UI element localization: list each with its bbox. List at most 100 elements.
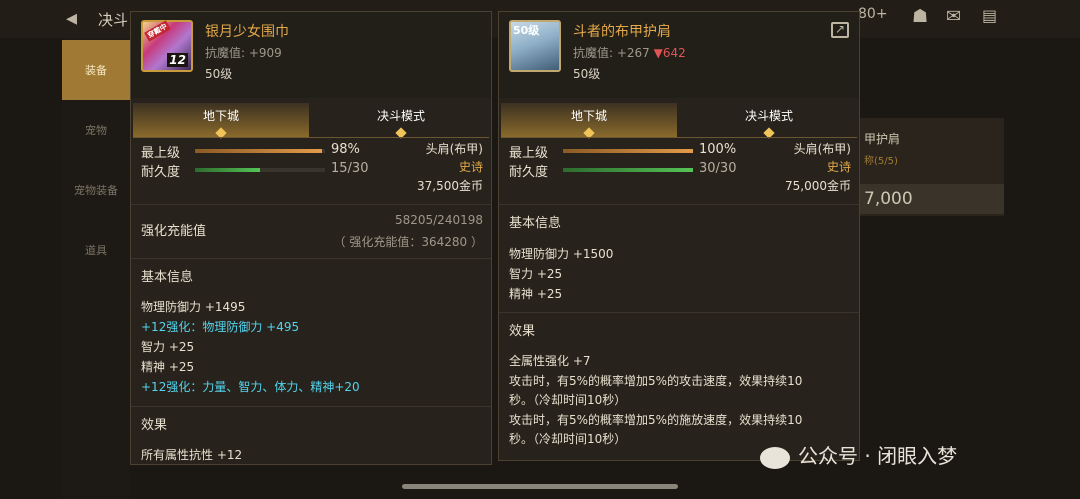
stat-line: 物理防御力 +1495	[141, 300, 246, 314]
background-item-subtitle: 称(5/5)	[864, 156, 898, 167]
enhance-stat-line: +12强化：力量、智力、体力、精神+20	[141, 380, 360, 394]
background-item-card[interactable]: 甲护肩 称(5/5) 7,000	[860, 118, 1004, 216]
basic-info-title: 基本信息	[509, 216, 562, 231]
rarity: 史诗	[459, 158, 483, 175]
equipped-item-tooltip: 穿戴中 12 银月少女围巾 抗魔值: +909 50级 地下城 决斗模式 最上级…	[130, 11, 492, 465]
magic-resist-value: 抗魔值: +267	[573, 46, 650, 60]
magic-resist-diff: ▼642	[653, 46, 686, 60]
divider	[131, 258, 491, 259]
mail-icon[interactable]: ✉	[946, 6, 961, 27]
tab-dungeon-label: 地下城	[202, 109, 239, 123]
enhance-stat-line: +12强化：物理防御力 +495	[141, 320, 300, 334]
effect-line: 秒。（冷却时间10秒）	[509, 393, 627, 407]
durability-label: 耐久度	[141, 165, 181, 180]
durability-bar-fill	[195, 168, 260, 172]
stat-line: 智力 +25	[141, 340, 195, 354]
grade-value: 98%	[331, 142, 360, 157]
grade-label: 最上级	[141, 146, 181, 161]
tab-divider	[133, 137, 489, 138]
sidebar-tab-equipment[interactable]: 装备	[62, 40, 130, 100]
tab-duel-label: 决斗模式	[376, 109, 425, 123]
sidebar-tab-pet[interactable]: 宠物	[62, 100, 130, 160]
effect-line: 秒。（冷却时间10秒）	[509, 432, 627, 446]
scarf-item-icon: 穿戴中 12	[141, 20, 193, 72]
menu-icon[interactable]: ▤	[982, 6, 997, 25]
stat-line: 精神 +25	[141, 360, 195, 374]
item-name: 银月少女围巾	[205, 24, 289, 40]
tab-dungeon[interactable]: 地下城	[501, 103, 677, 139]
effect-line: 所有属性抗性 +12	[141, 448, 243, 462]
slot-type: 头肩(布甲)	[426, 140, 483, 157]
compare-item-tooltip: 50级 斗者的布甲护肩 抗魔值: +267 ▼642 50级 ↗ 地下城 决斗模…	[498, 11, 860, 461]
price-text: 37,500金币	[417, 179, 483, 193]
sidebar-tab-items[interactable]: 道具	[62, 220, 130, 280]
currency-value: 80+	[858, 6, 888, 22]
item-header: 穿戴中 12 银月少女围巾 抗魔值: +909 50级	[131, 12, 491, 98]
divider	[499, 204, 859, 205]
item-level: 50级	[205, 67, 233, 81]
background-item-price: 7,000	[860, 184, 1004, 214]
pauldron-item-icon: 50级	[509, 20, 561, 72]
magic-resist: 抗魔值: +267 ▼642	[573, 44, 686, 61]
slot-type-text: 头肩(布甲)	[425, 142, 483, 156]
stat-line: 精神 +25	[509, 287, 563, 301]
bag-icon[interactable]: ☗	[912, 6, 928, 27]
home-indicator[interactable]	[402, 484, 678, 489]
rarity-text: 史诗	[826, 160, 851, 174]
durability-bar	[195, 168, 325, 172]
charge-sub: （ 强化充能值：364280 ）	[333, 235, 483, 249]
slot-type: 头肩(布甲)	[794, 140, 851, 157]
charge-value: 58205/240198	[394, 213, 483, 227]
screen-title: 决斗	[98, 11, 129, 29]
durability-bar-fill	[563, 168, 693, 172]
tab-duel-label: 决斗模式	[744, 109, 793, 123]
enhance-level-badge: 12	[167, 53, 188, 67]
item-name: 斗者的布甲护肩	[573, 24, 671, 40]
effect-line: 全属性强化 +7	[509, 354, 591, 368]
grade-bar-fill	[195, 149, 323, 153]
back-arrow-icon[interactable]: ◂	[66, 6, 77, 31]
divider	[499, 312, 859, 313]
durability-label: 耐久度	[509, 165, 549, 180]
effect-line: 攻击时，有5%的概率增加5%的施放速度，效果持续10	[509, 413, 803, 427]
charge-label: 强化充能值	[141, 224, 207, 239]
sidebar-tab-pet-equipment[interactable]: 宠物装备	[62, 160, 130, 220]
effect-title: 效果	[141, 418, 168, 433]
tab-divider	[501, 137, 857, 138]
slot-type-text: 头肩(布甲)	[793, 142, 851, 156]
grade-label: 最上级	[509, 146, 549, 161]
effect-line: 攻击时，有5%的概率增加5%的攻击速度，效果持续10	[509, 374, 803, 388]
grade-bar-fill	[563, 149, 693, 153]
effect-title: 效果	[509, 324, 536, 339]
background-item-title: 甲护肩	[864, 132, 901, 146]
watermark: 公众号 · 闭眼入梦	[760, 440, 957, 469]
tab-dungeon[interactable]: 地下城	[133, 103, 309, 139]
grade-bar	[563, 149, 693, 153]
divider	[131, 204, 491, 205]
durability-bar	[563, 168, 693, 172]
tab-duel[interactable]: 决斗模式	[313, 103, 489, 139]
mode-tabs: 地下城 决斗模式	[133, 103, 489, 139]
tab-duel[interactable]: 决斗模式	[681, 103, 857, 139]
stat-line: 智力 +25	[509, 267, 563, 281]
mode-tabs: 地下城 决斗模式	[501, 103, 857, 139]
sidebar: 装备 宠物 宠物装备 道具	[62, 38, 130, 499]
rarity-text: 史诗	[458, 160, 483, 174]
watermark-text: 公众号 · 闭眼入梦	[798, 444, 958, 468]
item-header: 50级 斗者的布甲护肩 抗魔值: +267 ▼642 50级 ↗	[499, 12, 859, 98]
durability-value: 30/30	[699, 161, 737, 176]
price: 37,500金币	[417, 177, 483, 194]
price-text: 75,000金币	[785, 179, 851, 193]
tab-dungeon-label: 地下城	[570, 109, 607, 123]
stat-line: 物理防御力 +1500	[509, 247, 614, 261]
wechat-icon	[760, 446, 790, 469]
magic-resist: 抗魔值: +909	[205, 46, 282, 60]
share-icon[interactable]: ↗	[831, 22, 849, 38]
item-level: 50级	[573, 67, 601, 81]
grade-value: 100%	[699, 142, 737, 157]
basic-info-title: 基本信息	[141, 270, 194, 285]
rarity: 史诗	[827, 158, 851, 175]
durability-value: 15/30	[331, 161, 369, 176]
item-level-badge: 50级	[513, 24, 540, 37]
equipped-tag: 穿戴中	[144, 20, 171, 42]
